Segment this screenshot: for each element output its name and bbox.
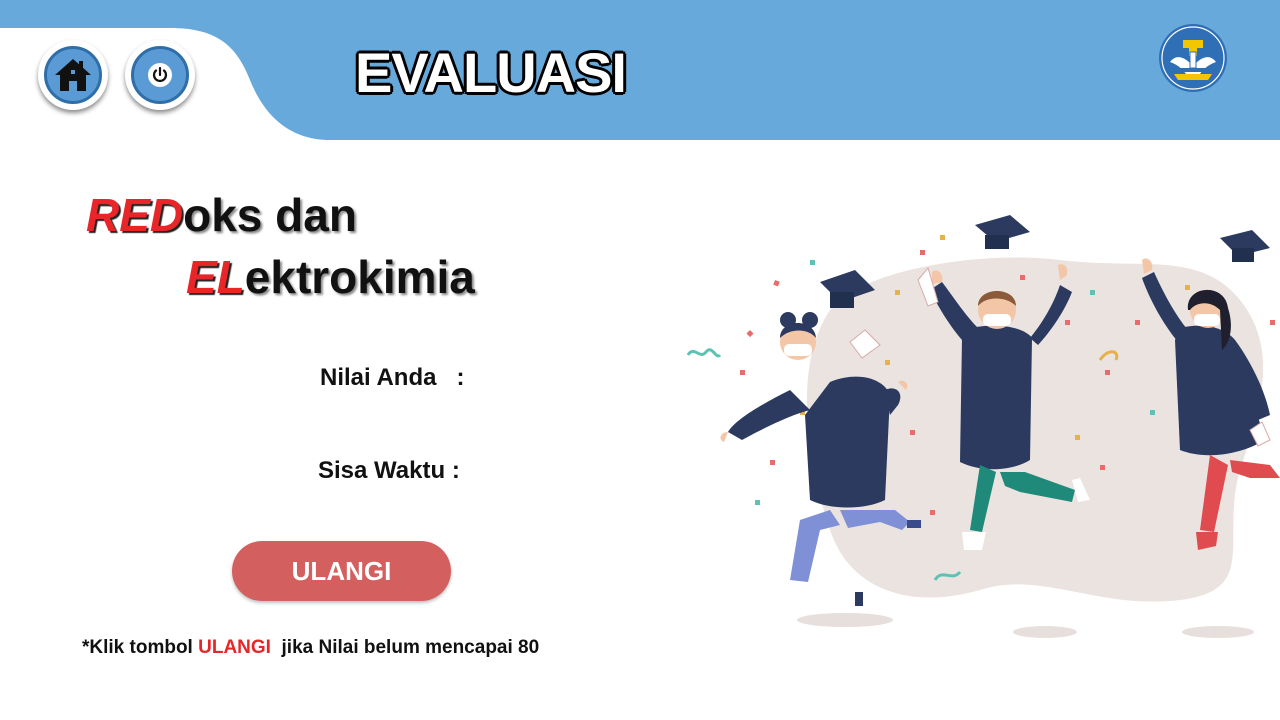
subject-highlight-red: RED xyxy=(86,189,184,241)
subject-highlight-el: EL xyxy=(186,251,245,303)
subject-rest-line2: ektrokimia xyxy=(244,251,475,303)
graduation-celebration-illustration xyxy=(680,210,1280,650)
retry-button[interactable]: ULANGI xyxy=(232,541,451,601)
note-keyword: ULANGI xyxy=(198,637,271,658)
tut-wuri-handayani-emblem xyxy=(1156,22,1230,94)
note-prefix: *Klik tombol xyxy=(82,637,199,658)
timer-label: Sisa Waktu : xyxy=(318,457,460,484)
subject-title-line2: ELektrokimia xyxy=(186,250,475,304)
home-icon xyxy=(55,59,91,91)
page-title: EVALUASI xyxy=(355,41,627,104)
score-label: Nilai Anda : xyxy=(320,364,465,391)
subject-rest-line1: oks dan xyxy=(183,189,357,241)
power-button[interactable] xyxy=(125,40,195,110)
subject-title-line1: REDoks dan xyxy=(86,188,357,242)
home-button[interactable] xyxy=(38,40,108,110)
note-suffix: jika Nilai belum mencapai 80 xyxy=(270,637,540,658)
power-icon xyxy=(148,63,172,87)
retry-note: *Klik tombol ULANGI jika Nilai belum men… xyxy=(82,637,539,659)
